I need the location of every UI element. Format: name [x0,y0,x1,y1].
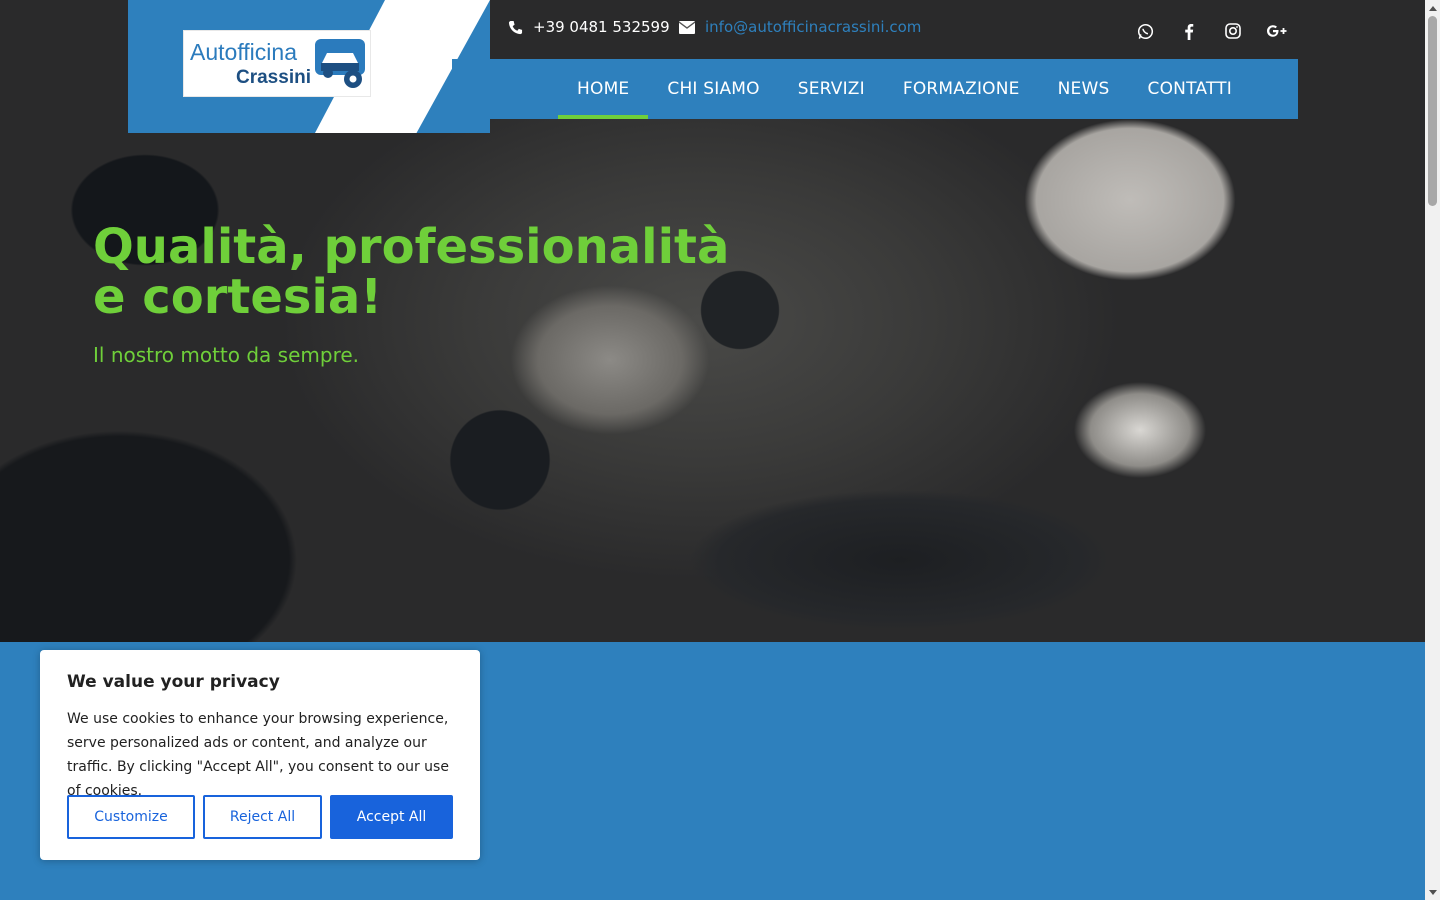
phone-number: +39 0481 532599 [533,18,670,36]
phone-icon [508,20,523,34]
logo-text-line1: Autofficina [190,39,297,65]
car-gear-icon [315,39,365,88]
cookie-description: We use cookies to enhance your browsing … [67,711,449,799]
phone-contact[interactable]: +39 0481 532599 [508,15,670,39]
logo-text-line2: Crassini [236,67,311,88]
instagram-icon[interactable] [1222,20,1244,42]
accept-all-button[interactable]: Accept All [330,795,453,839]
nav-item-formazione[interactable]: FORMAZIONE [884,59,1039,119]
hero-subtitle: Il nostro motto da sempre. [93,343,360,367]
envelope-icon [679,20,695,34]
nav-item-servizi[interactable]: SERVIZI [779,59,884,119]
site-logo[interactable]: Autofficina Crassini [183,30,371,97]
scroll-down-arrow-icon[interactable] [1425,885,1440,900]
customize-button[interactable]: Customize [67,795,195,839]
whatsapp-icon[interactable] [1134,20,1156,42]
main-navigation: HOME CHI SIAMO SERVIZI FORMAZIONE NEWS C… [452,59,1298,119]
nav-item-contatti[interactable]: CONTATTI [1129,59,1251,119]
nav-item-chi-siamo[interactable]: CHI SIAMO [648,59,778,119]
scroll-up-arrow-icon[interactable] [1425,0,1440,15]
email-link: info@autofficinacrassini.com [705,18,922,36]
hero-title: Qualità, professionalità e cortesia! [93,219,730,325]
google-plus-icon[interactable] [1266,20,1288,42]
nav-item-news[interactable]: NEWS [1039,59,1129,119]
cookie-consent-banner: We value your privacy We use cookies to … [40,650,480,860]
nav-item-home[interactable]: HOME [558,59,649,119]
facebook-icon[interactable] [1178,20,1200,42]
reject-all-button[interactable]: Reject All [203,795,322,839]
email-contact[interactable]: info@autofficinacrassini.com [679,15,921,39]
page-scrollbar[interactable] [1425,0,1440,900]
cookie-title: We value your privacy [67,672,280,692]
scrollbar-thumb[interactable] [1428,16,1437,206]
